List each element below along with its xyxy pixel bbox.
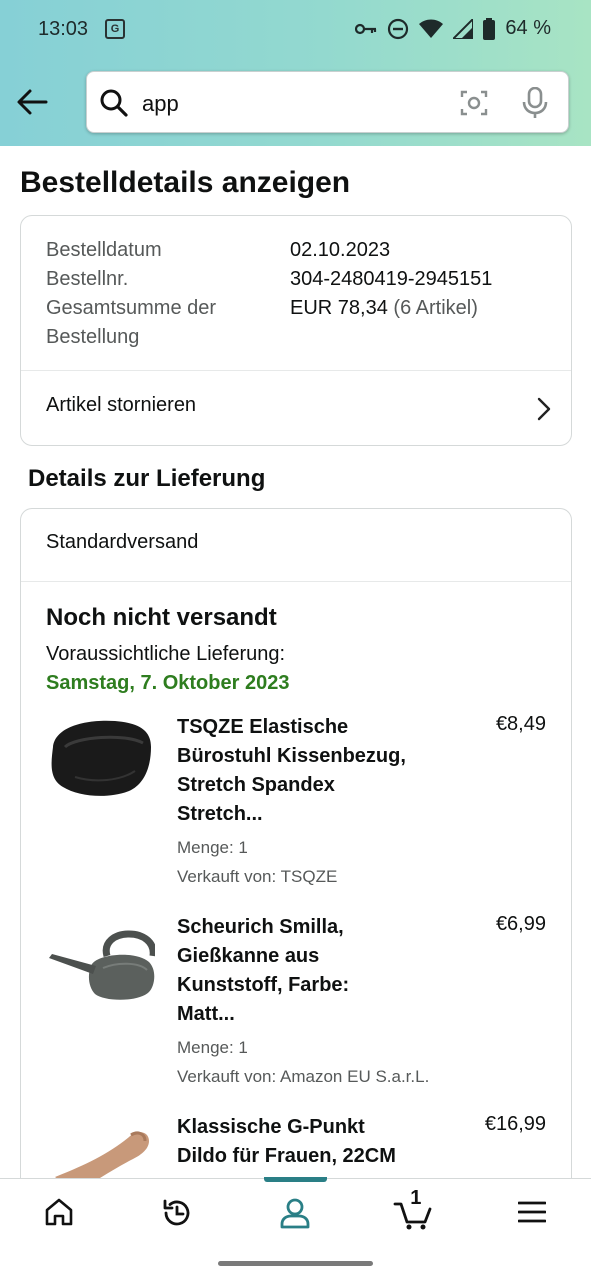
order-item-count: (6 Artikel) — [393, 297, 478, 319]
eta-date: Samstag, 7. Oktober 2023 — [46, 672, 290, 694]
status-icons: 64 % — [355, 17, 551, 40]
status-time: 13:03 — [38, 18, 89, 40]
divider — [21, 581, 571, 582]
order-total-label-line2: Bestellung — [46, 326, 140, 348]
back-arrow-icon[interactable] — [14, 84, 50, 120]
product-title-line: Bürostuhl Kissenbezug, — [177, 745, 406, 767]
product-image[interactable] — [45, 927, 155, 1027]
chevron-right-icon — [537, 397, 551, 421]
product-title-line: Dildo für Frauen, 22CM — [177, 1145, 396, 1167]
order-date-value: 02.10.2023 — [290, 239, 391, 261]
battery-icon — [483, 17, 496, 40]
product-price: €6,99 — [495, 913, 546, 935]
refresh-icon — [163, 1199, 190, 1226]
order-date-row: Bestelldatum 02.10.2023 — [46, 236, 390, 265]
nav-cart[interactable]: 1 — [354, 1179, 472, 1249]
product-price: €16,99 — [484, 1113, 546, 1135]
product-title-line: Stretch Spandex — [177, 774, 335, 796]
nav-home[interactable] — [0, 1179, 118, 1249]
mic-icon[interactable] — [520, 87, 550, 119]
nav-menu[interactable] — [473, 1179, 591, 1249]
translate-icon: G — [105, 19, 125, 39]
delivery-card: Standardversand Noch nicht versandt Vora… — [20, 508, 572, 1208]
vpn-key-icon — [355, 23, 377, 34]
order-summary-card: Bestelldatum 02.10.2023 Bestellnr. 304-2… — [20, 215, 572, 446]
product-title-line: Klassische G-Punkt — [177, 1116, 365, 1138]
home-indicator[interactable] — [218, 1261, 373, 1266]
search-input[interactable]: app — [142, 91, 179, 117]
cancel-items-row[interactable]: Artikel stornieren — [21, 371, 571, 446]
search-icon — [100, 89, 128, 117]
product-quantity: Menge: 1 — [177, 1038, 248, 1057]
order-total-amount: EUR 78,34 — [290, 297, 388, 319]
order-item[interactable]: Scheurich Smilla, Gießkanne aus Kunststo… — [21, 913, 571, 1103]
product-title[interactable]: Scheurich Smilla, Gießkanne aus Kunststo… — [177, 913, 432, 1029]
order-total-value: EUR 78,34 (6 Artikel) — [290, 294, 478, 323]
product-price: €8,49 — [495, 713, 546, 735]
product-title[interactable]: Klassische G-Punkt Dildo für Frauen, 22C… — [177, 1113, 457, 1171]
shipping-method: Standardversand — [46, 531, 199, 553]
home-icon — [45, 1198, 73, 1226]
delivery-heading: Details zur Lieferung — [28, 465, 266, 492]
product-title-line: Matt... — [177, 1003, 235, 1025]
nav-recent[interactable] — [118, 1179, 236, 1249]
shipping-status: Noch nicht versandt — [46, 604, 277, 631]
product-quantity: Menge: 1 — [177, 838, 248, 857]
product-image[interactable] — [45, 717, 155, 817]
product-title-line: Gießkanne aus — [177, 945, 320, 967]
product-seller: Verkauft von: TSQZE — [177, 867, 338, 886]
menu-icon — [518, 1201, 546, 1223]
product-title-line: Kunststoff, Farbe: — [177, 974, 350, 996]
product-seller: Verkauft von: Amazon EU S.a.r.L. — [177, 1067, 430, 1086]
order-number-label: Bestellnr. — [46, 268, 129, 290]
camera-icon[interactable] — [460, 89, 488, 117]
search-box[interactable]: app — [86, 71, 569, 133]
product-title-line: Scheurich Smilla, — [177, 916, 344, 938]
product-title[interactable]: TSQZE Elastische Bürostuhl Kissenbezug, … — [177, 713, 432, 829]
product-title-line: TSQZE Elastische — [177, 716, 349, 738]
bottom-nav: 1 — [0, 1177, 591, 1249]
app-header: 13:03 G 64 % app — [0, 0, 591, 146]
status-bar: 13:03 G 64 % — [0, 0, 591, 60]
order-date-label: Bestelldatum — [46, 239, 162, 261]
wifi-icon — [419, 19, 444, 38]
nav-account[interactable] — [236, 1179, 354, 1249]
cart-icon — [393, 1202, 432, 1230]
battery-level: 64 % — [505, 17, 551, 39]
account-icon — [280, 1198, 310, 1229]
order-item[interactable]: TSQZE Elastische Bürostuhl Kissenbezug, … — [21, 713, 571, 903]
order-number-row: Bestellnr. 304-2480419-2945151 — [46, 265, 492, 294]
dnd-icon — [388, 18, 409, 39]
order-number-value: 304-2480419-2945151 — [290, 268, 493, 290]
product-title-line: Stretch... — [177, 803, 263, 825]
order-total-row: Gesamtsumme der Bestellung EUR 78,34 (6 … — [46, 294, 478, 352]
signal-icon — [453, 18, 474, 39]
cancel-items-label: Artikel stornieren — [46, 394, 197, 416]
page-title: Bestelldetails anzeigen — [20, 166, 351, 199]
order-total-label-line1: Gesamtsumme der — [46, 297, 217, 319]
eta-label: Voraussichtliche Lieferung: — [46, 643, 286, 665]
